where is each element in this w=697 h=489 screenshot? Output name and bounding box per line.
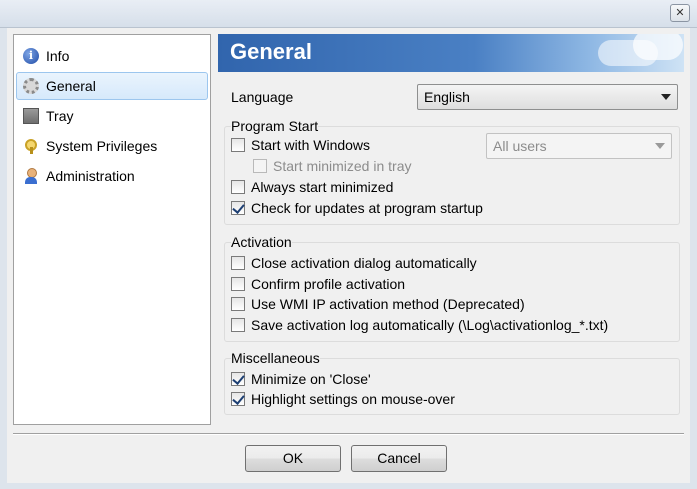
wmi-activation-checkbox[interactable]: Use WMI IP activation method (Deprecated… [231, 296, 525, 312]
chevron-down-icon [661, 94, 671, 100]
title-bar: ✕ [0, 0, 697, 28]
program-start-title: Program Start [231, 118, 319, 134]
checkbox-box [231, 256, 245, 270]
sidebar-item-label: Tray [46, 108, 74, 124]
window-frame-bottom [0, 483, 697, 489]
minimize-on-close-checkbox[interactable]: Minimize on 'Close' [231, 371, 371, 387]
checkbox-label: Save activation log automatically (\Log\… [251, 317, 609, 333]
settings-panel: General Language English Program Start S… [218, 34, 684, 425]
always-start-minimized-checkbox[interactable]: Always start minimized [231, 179, 393, 195]
checkbox-label: Check for updates at program startup [251, 200, 483, 216]
checkbox-box [231, 297, 245, 311]
close-button[interactable]: ✕ [670, 4, 690, 22]
page-title: General [230, 39, 312, 64]
checkbox-label: Always start minimized [251, 179, 394, 195]
gear-icon [23, 78, 39, 94]
cancel-button[interactable]: Cancel [351, 445, 447, 472]
cloud-decoration [633, 34, 683, 60]
header-banner: General [218, 34, 684, 72]
window-frame-left [0, 28, 7, 489]
checkbox-label: Start with Windows [251, 137, 371, 153]
language-select[interactable]: English [417, 84, 678, 110]
highlight-settings-checkbox[interactable]: Highlight settings on mouse-over [231, 391, 455, 407]
sidebar-item-tray[interactable]: Tray [16, 102, 208, 130]
chevron-down-icon [655, 143, 665, 149]
checkbox-box [231, 277, 245, 291]
checkbox-label: Close activation dialog automatically [251, 255, 477, 271]
miscellaneous-title: Miscellaneous [231, 350, 320, 366]
checkbox-box [231, 138, 245, 152]
ok-button[interactable]: OK [245, 445, 341, 472]
users-select-value: All users [493, 138, 547, 154]
checkbox-box [231, 318, 245, 332]
close-icon: ✕ [675, 6, 685, 19]
checkbox-box [231, 392, 245, 406]
user-icon [23, 168, 39, 184]
checkbox-label: Start minimized in tray [273, 158, 412, 174]
language-select-value: English [424, 89, 470, 105]
footer-separator [13, 433, 684, 435]
close-activation-dialog-checkbox[interactable]: Close activation dialog automatically [231, 255, 477, 271]
sidebar-item-label: Administration [46, 168, 135, 184]
info-icon [23, 48, 39, 64]
start-minimized-tray-checkbox[interactable]: Start minimized in tray [253, 158, 411, 174]
sidebar-item-label: Info [46, 48, 70, 64]
dialog-client-area: Info General Tray System Privileges Admi… [7, 28, 690, 483]
checkbox-label: Use WMI IP activation method (Deprecated… [251, 296, 525, 312]
sidebar-item-system-privileges[interactable]: System Privileges [16, 132, 208, 160]
start-with-windows-checkbox[interactable]: Start with Windows [231, 137, 370, 153]
confirm-profile-checkbox[interactable]: Confirm profile activation [231, 276, 405, 292]
key-icon [23, 138, 39, 154]
sidebar: Info General Tray System Privileges Admi… [13, 34, 211, 425]
sidebar-item-administration[interactable]: Administration [16, 162, 208, 190]
checkbox-label: Highlight settings on mouse-over [251, 391, 455, 407]
window-frame-right [690, 28, 697, 489]
activation-title: Activation [231, 234, 292, 250]
language-label: Language [231, 89, 294, 105]
sidebar-item-label: System Privileges [46, 138, 158, 154]
checkbox-box [231, 180, 245, 194]
tray-icon [23, 108, 39, 124]
checkbox-label: Minimize on 'Close' [251, 371, 371, 387]
checkbox-label: Confirm profile activation [251, 276, 406, 292]
save-activation-log-checkbox[interactable]: Save activation log automatically (\Log\… [231, 317, 608, 333]
users-select[interactable]: All users [486, 133, 672, 159]
sidebar-item-general[interactable]: General [16, 72, 208, 100]
check-updates-checkbox[interactable]: Check for updates at program startup [231, 200, 483, 216]
checkbox-box [231, 372, 245, 386]
checkbox-box [231, 201, 245, 215]
sidebar-item-info[interactable]: Info [16, 42, 208, 70]
checkbox-box [253, 159, 267, 173]
sidebar-item-label: General [46, 78, 96, 94]
